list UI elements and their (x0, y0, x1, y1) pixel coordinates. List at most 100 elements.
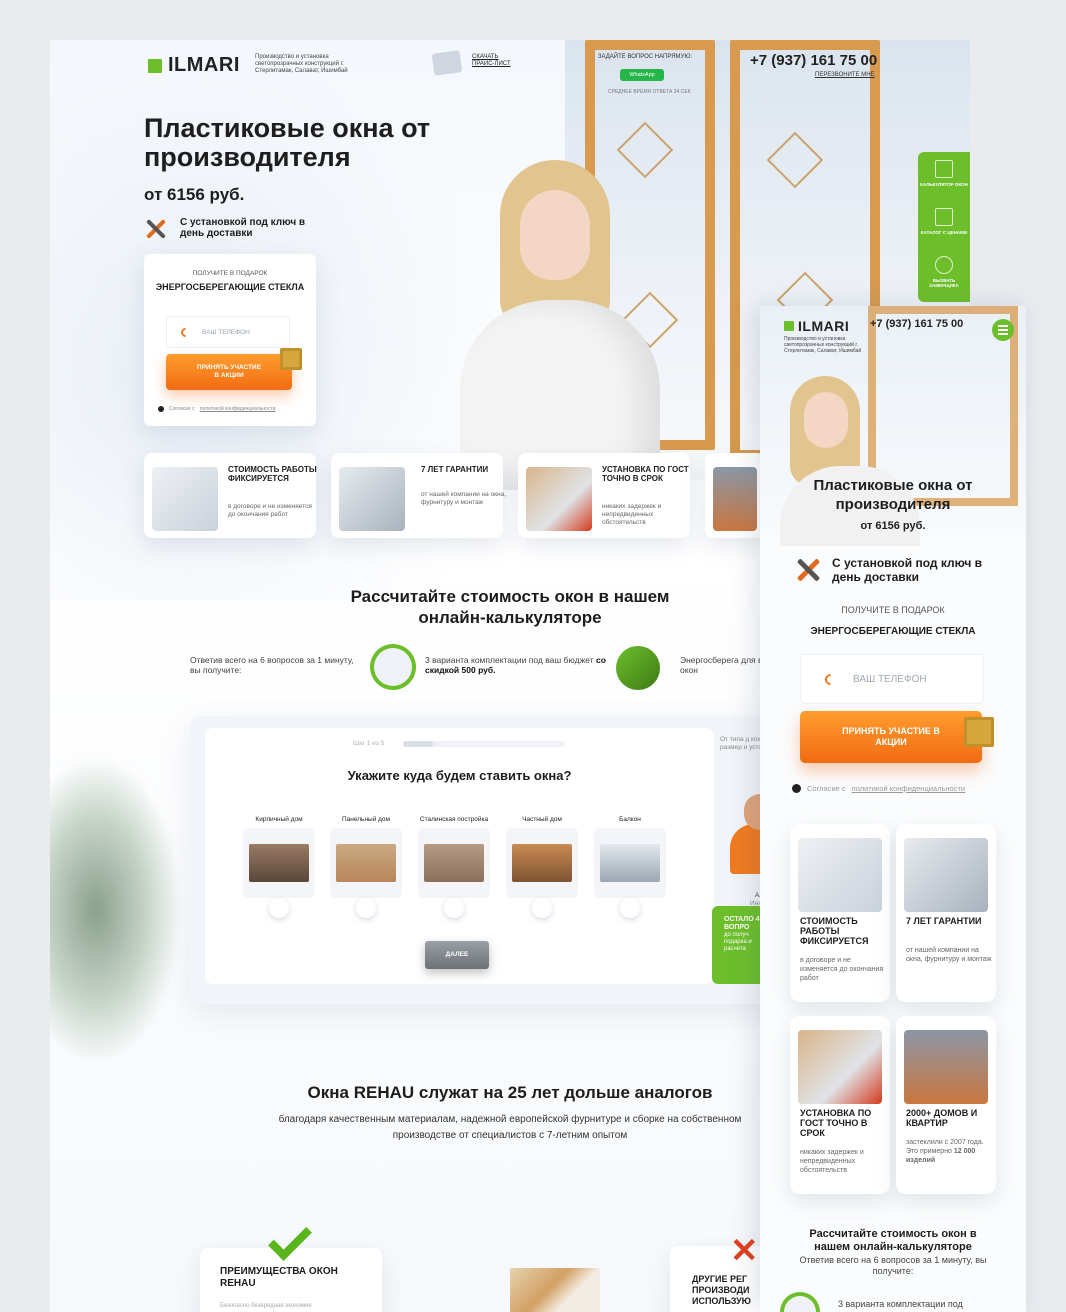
documents-icon (370, 644, 416, 690)
quiz-step: Шаг 1 из 5 (353, 740, 385, 747)
feature-title: СТОИМОСТЬ РАБОТЫ ФИКСИРУЕТСЯ (800, 916, 869, 946)
mobile-install-text: С установкой под ключ в день доставки (832, 556, 983, 584)
mobile-calc-benefit: 3 варианта комплектации под (838, 1299, 963, 1309)
option-balcony[interactable]: Балкон (594, 798, 666, 918)
quiz-question: Укажите куда будем ставить окна? (347, 768, 572, 783)
mobile-phone[interactable]: +7 (937) 161 75 00 (870, 318, 963, 330)
questions-left-title: ОСТАЛО 4 ВОПРО (724, 916, 760, 931)
header-phone[interactable]: +7 (937) 161 75 00 (750, 52, 877, 69)
option-radio[interactable] (620, 898, 640, 918)
side-measurer-link[interactable]: ВЫЗВАТЬ ЗАМЕРЩИКА (918, 256, 970, 288)
feature-card-houses (705, 453, 765, 538)
logo[interactable]: ILMARI (148, 54, 240, 77)
price-list-icon[interactable] (431, 50, 463, 76)
feature-title: 7 ЛЕТ ГАРАНТИИ (906, 916, 982, 926)
feature-desc: никаких задержек и непредвиденных обстоя… (602, 503, 662, 526)
privacy-policy-link[interactable]: политикой конфиденциальности (200, 406, 276, 412)
calc-title-text: Рассчитайте стоимость окон в нашем онлай… (350, 587, 670, 627)
mobile-calc-sub-text: Ответив всего на 6 вопросов за 1 минуту,… (799, 1255, 987, 1276)
phone-input[interactable]: ВАШ ТЕЛЕФОН (166, 316, 290, 348)
option-radio[interactable] (269, 898, 289, 918)
hero-price: от 6156 руб. (144, 185, 245, 204)
ask-question-label: ЗАДАЙТЕ ВОПРОС НАПРЯМУЮ: (597, 54, 693, 60)
option-radio[interactable] (444, 898, 464, 918)
feature-desc: в договоре и не изменяется до окончания … (228, 503, 312, 518)
feature-card-install: УСТАНОВКА ПО ГОСТ ТОЧНО В СРОК никаких з… (518, 453, 690, 538)
mobile-hero-price: от 6156 руб. (860, 520, 926, 532)
tools-icon (794, 556, 822, 584)
measurer-icon (935, 256, 953, 274)
phone-placeholder: ВАШ ТЕЛЕФОН (202, 329, 250, 336)
feature-title: СТОИМОСТЬ РАБОТЫ ФИКСИРУЕТСЯ (228, 465, 317, 483)
promo-button-label: ПРИНЯТЬ УЧАСТИЕ В АКЦИИ (196, 364, 262, 379)
side-quick-panel: КАЛЬКУЛЯТОР ОКОН КАТАЛОГ С ЦЕНАМИ ВЫЗВАТ… (918, 152, 970, 302)
mobile-hero-title: Пластиковые окна от производителя (760, 476, 1026, 514)
calc-benefit-text: 3 варианта комплектации под ваш бюджет (425, 655, 594, 665)
logo-text: ILMARI (168, 54, 240, 76)
buildings-icon (713, 467, 757, 531)
mobile-feature-install: УСТАНОВКА ПО ГОСТ ТОЧНО В СРОК никаких з… (790, 1016, 890, 1194)
option-label: Кирпичный дом (255, 816, 303, 823)
next-button[interactable]: ДАЛЕЕ (425, 941, 489, 969)
gift-icon (964, 717, 994, 747)
side-item-label: КАТАЛОГ С ЦЕНАМИ (920, 230, 968, 235)
advantages-desc: Безопасно безвредная экономия (220, 1303, 312, 1309)
option-private-house[interactable]: Частный дом (506, 798, 578, 918)
mobile-phone-input[interactable]: ВАШ ТЕЛЕФОН (800, 654, 984, 704)
response-time-note: СРЕДНЕЕ ВРЕМЯ ОТВЕТА 24 СЕК. (608, 89, 692, 95)
fir-tree-image (50, 760, 180, 1060)
menu-burger-icon[interactable] (992, 319, 1014, 341)
mobile-feature-warranty: 7 ЛЕТ ГАРАНТИИ от нашей компании на окна… (896, 824, 996, 1002)
consent-radio[interactable] (158, 406, 164, 412)
promo-button-label: ПРИНЯТЬ УЧАСТИЕ В АКЦИИ (842, 726, 940, 747)
consent-radio[interactable] (792, 784, 801, 793)
side-calculator-link[interactable]: КАЛЬКУЛЯТОР ОКОН (918, 160, 970, 187)
option-radio[interactable] (532, 898, 552, 918)
mobile-page: ILMARI Производство и установка светопро… (760, 306, 1026, 1312)
mobile-gift-pre: ПОЛУЧИТЕ В ПОДАРОК (841, 605, 945, 615)
drill-icon (526, 467, 592, 531)
option-label: Панельный дом (341, 816, 391, 823)
download-price-link[interactable]: СКАЧАТЬ ПРАЙС-ЛИСТ (472, 54, 522, 68)
mobile-logo[interactable]: ILMARI (784, 318, 849, 334)
callback-link[interactable]: ПЕРЕЗВОНИТЕ МНЕ (815, 72, 875, 78)
logo-icon (148, 58, 162, 73)
whatsapp-button[interactable]: WhatsApp (620, 69, 664, 81)
consultant-photo (440, 160, 670, 490)
feature-desc: никаких задержек и непредвиденных обстоя… (800, 1149, 864, 1174)
check-icon (268, 1217, 312, 1261)
hero-install-text: С установкой под ключ в день доставки (180, 217, 306, 239)
rehau-advantages-card: ПРЕИМУЩЕСТВА ОКОН REHAU Безопасно безвре… (200, 1217, 382, 1312)
option-brick-house[interactable]: Кирпичный дом (243, 798, 315, 918)
promo-submit-button[interactable]: ПРИНЯТЬ УЧАСТИЕ В АКЦИИ (166, 348, 302, 390)
calc-intro: Ответив всего на 6 вопросов за 1 минуту,… (190, 655, 354, 675)
option-stalin-building[interactable]: Сталинская постройка (418, 798, 490, 918)
feature-title: УСТАНОВКА ПО ГОСТ ТОЧНО В СРОК (800, 1108, 872, 1138)
warranty-icon (904, 838, 988, 912)
gift-title: ЭНЕРГОСБЕРЕГАЮЩИЕ СТЕКЛА (155, 282, 305, 292)
side-item-label: ВЫЗВАТЬ ЗАМЕРЩИКА (929, 278, 959, 288)
glass-profile-icon (616, 646, 660, 690)
advantages-title: ПРЕИМУЩЕСТВА ОКОН REHAU (220, 1266, 338, 1289)
privacy-policy-link[interactable]: политикой конфиденциальности (852, 784, 965, 793)
option-radio[interactable] (356, 898, 376, 918)
warranty-icon (339, 467, 405, 531)
contract-icon (798, 838, 882, 912)
mobile-hero-title-text: Пластиковые окна от производителя (813, 477, 973, 513)
consent-label: Согласие с (169, 406, 195, 412)
contract-icon (152, 467, 218, 531)
option-label: Балкон (619, 816, 641, 823)
side-catalog-link[interactable]: КАТАЛОГ С ЦЕНАМИ (918, 208, 970, 235)
side-item-label: КАЛЬКУЛЯТОР ОКОН (920, 182, 968, 187)
buildings-icon (904, 1030, 988, 1104)
feature-desc: от нашей компании на окна, фурнитуру и м… (421, 491, 506, 506)
rehau-subtitle: благодаря качественным материалам, надеж… (278, 1114, 742, 1141)
mobile-calc-title-text: Рассчитайте стоимость окон в нашем онлай… (809, 1228, 977, 1253)
mobile-privacy-consent[interactable]: Согласие с политикой конфиденциальности (792, 784, 965, 793)
quiz-progress-bar (403, 741, 565, 747)
mobile-promo-button[interactable]: ПРИНЯТЬ УЧАСТИЕ В АКЦИИ (800, 711, 994, 763)
option-panel-house[interactable]: Панельный дом (330, 798, 402, 918)
privacy-consent[interactable]: Согласие с политикой конфиденциальности (158, 406, 275, 412)
mobile-feature-price: СТОИМОСТЬ РАБОТЫ ФИКСИРУЕТСЯ в договоре … (790, 824, 890, 1002)
mobile-calc-title: Рассчитайте стоимость окон в нашем онлай… (760, 1228, 1026, 1254)
